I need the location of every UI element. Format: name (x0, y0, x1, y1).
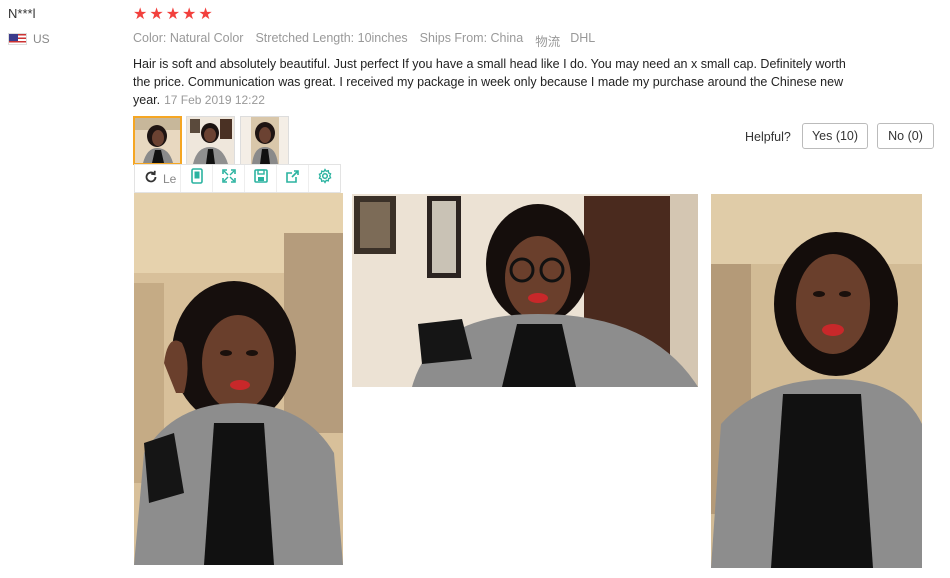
share-icon (285, 168, 301, 189)
fullscreen-button[interactable] (212, 165, 244, 192)
review-date: 17 Feb 2019 12:22 (164, 93, 265, 107)
review-thumbnail[interactable] (133, 116, 182, 165)
review-thumbnail[interactable] (186, 116, 235, 165)
us-flag-icon (8, 33, 27, 45)
star-icon: ★ (182, 6, 197, 23)
reviewer-name: N***l (8, 6, 36, 21)
helpful-label: Helpful? (745, 130, 791, 144)
attr-ships-from: Ships From: China (419, 31, 524, 45)
review-photo[interactable] (134, 193, 343, 565)
attr-length: Stretched Length: 10inches (255, 31, 408, 45)
review-photo[interactable] (352, 194, 698, 387)
settings-button[interactable] (308, 165, 340, 192)
save-icon (253, 168, 269, 189)
gear-icon (317, 168, 333, 189)
phone-frame-button[interactable] (180, 165, 212, 192)
logistics-label: 物流 (535, 35, 561, 49)
image-viewer-toolbar: Le (134, 164, 341, 193)
review-thumbnail[interactable] (240, 116, 289, 165)
star-icon: ★ (198, 6, 213, 23)
country-label: US (33, 32, 50, 46)
attr-logistics: 物流 DHL (535, 31, 595, 50)
logistics-value: DHL (570, 31, 596, 45)
share-image-button[interactable] (276, 165, 308, 192)
save-image-button[interactable] (244, 165, 276, 192)
rotate-left-control[interactable]: Le (135, 165, 180, 192)
helpful-yes-button[interactable]: Yes (10) (802, 123, 868, 149)
reviewer-country: US (8, 32, 50, 46)
phone-frame-icon (190, 168, 204, 189)
star-icon: ★ (165, 6, 181, 23)
rotate-left-label: Le (163, 171, 177, 186)
order-attributes: Color: Natural Color Stretched Length: 1… (133, 31, 595, 50)
helpful-no-button[interactable]: No (0) (877, 123, 934, 149)
review-photo[interactable] (711, 194, 922, 568)
rotate-icon (143, 169, 159, 188)
star-icon: ★ (149, 6, 164, 23)
review-body: Hair is soft and absolutely beautiful. J… (133, 55, 853, 109)
attr-color: Color: Natural Color (133, 31, 244, 45)
star-rating: ★ ★ ★ ★ ★ (133, 7, 213, 23)
expand-icon (221, 168, 237, 189)
star-icon: ★ (133, 6, 148, 23)
